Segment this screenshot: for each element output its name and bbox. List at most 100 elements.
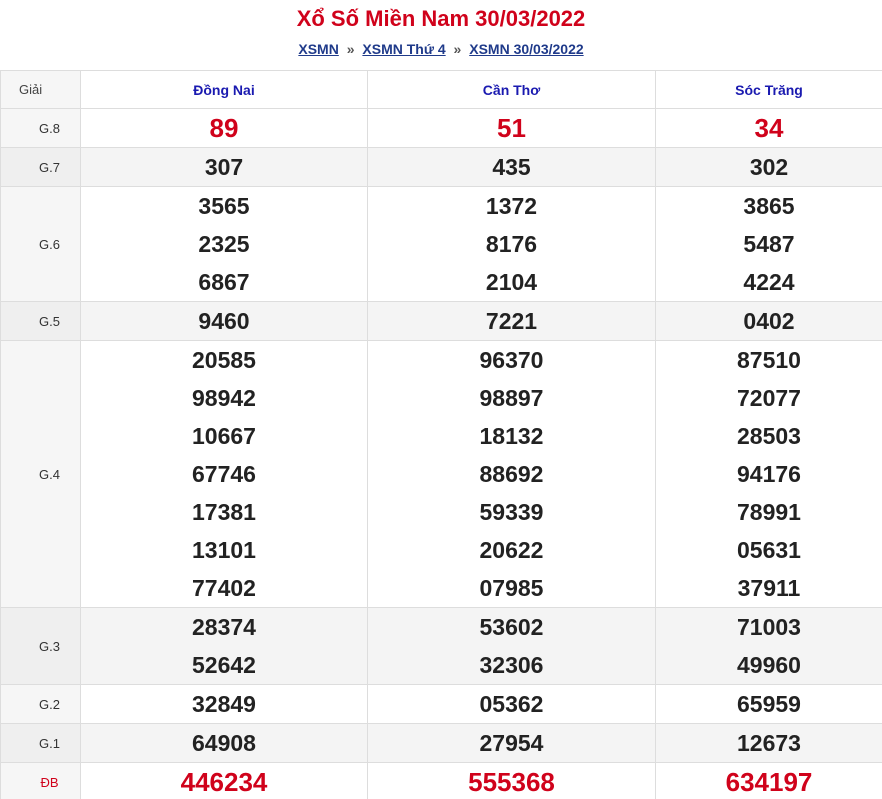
table-header-row: Giải Đồng Nai Cần Thơ Sóc Trăng	[0, 70, 882, 109]
prize-number: 37911	[737, 575, 801, 601]
prize-cell: 53602 32306	[367, 607, 656, 685]
prize-number: 3565	[198, 193, 250, 219]
prize-number: 51	[497, 113, 526, 143]
prize-cell: 96370 98897 18132 88692 59339 20622 07985	[367, 340, 656, 608]
prize-number: 10667	[192, 423, 256, 449]
prize-number: 88692	[479, 461, 544, 487]
prize-number: 5487	[743, 231, 795, 257]
prize-number: 32849	[192, 691, 256, 717]
prize-cell: 64908	[80, 723, 368, 763]
prize-cell: 89	[80, 108, 368, 148]
prize-cell: 65959	[655, 684, 882, 724]
prize-number: 89	[209, 113, 239, 143]
prize-number: 555368	[468, 767, 555, 797]
prize-cell: 71003 49960	[655, 607, 882, 685]
prize-number: 07985	[479, 575, 544, 601]
prize-cell: 3865 5487 4224	[655, 186, 882, 302]
breadcrumb-separator: »	[346, 41, 355, 57]
prize-number: 96370	[479, 347, 544, 373]
breadcrumb-separator: »	[453, 41, 462, 57]
prize-number: 28374	[192, 614, 256, 640]
prize-number: 1372	[485, 193, 538, 219]
page-header: Xổ Số Miền Nam 30/03/2022 XSMN » XSMN Th…	[0, 0, 882, 70]
prize-number: 7221	[485, 308, 538, 334]
prize-column-header: Giải	[0, 70, 81, 109]
prize-number: 71003	[737, 614, 801, 640]
prize-cell: 446234	[80, 762, 368, 799]
prize-number: 302	[749, 154, 789, 180]
table-row: G.4 20585 98942 10667 67746 17381 13101 77402 96…	[0, 340, 882, 608]
prize-number: 4224	[743, 269, 795, 295]
prize-cell: 12673	[655, 723, 882, 763]
province-header-soc-trang[interactable]: Sóc Trăng	[655, 70, 882, 109]
table-row: G.2 32849 05362 65959	[0, 684, 882, 724]
prize-number: 98897	[479, 385, 544, 411]
province-header-dong-nai[interactable]: Đồng Nai	[80, 70, 368, 109]
prize-label: G.5	[0, 301, 81, 341]
prize-cell: 555368	[367, 762, 656, 799]
prize-label: ĐB	[0, 762, 81, 799]
prize-label: G.7	[0, 147, 81, 187]
table-row: G.7 307 435 302	[0, 147, 882, 187]
prize-cell: 32849	[80, 684, 368, 724]
prize-cell: 9460	[80, 301, 368, 341]
prize-number: 28503	[737, 423, 801, 449]
prize-cell: 20585 98942 10667 67746 17381 13101 77402	[80, 340, 368, 608]
prize-number: 307	[204, 154, 244, 180]
prize-number: 05362	[479, 691, 544, 717]
prize-label: G.1	[0, 723, 81, 763]
prize-cell: 7221	[367, 301, 656, 341]
table-row: G.5 9460 7221 0402	[0, 301, 882, 341]
table-row: G.6 3565 2325 6867 1372 8176 2104 3865 5487 4224	[0, 186, 882, 302]
prize-number: 53602	[479, 614, 544, 640]
prize-label: G.6	[0, 186, 81, 302]
prize-number: 77402	[192, 575, 256, 601]
prize-number: 78991	[737, 499, 801, 525]
prize-number: 8176	[485, 231, 538, 257]
breadcrumb-link-xsmn-date[interactable]: XSMN 30/03/2022	[469, 41, 583, 57]
prize-number: 20622	[479, 537, 544, 563]
prize-number: 446234	[180, 767, 268, 797]
prize-cell: 302	[655, 147, 882, 187]
prize-number: 17381	[192, 499, 256, 525]
prize-label: G.2	[0, 684, 81, 724]
prize-number: 59339	[479, 499, 544, 525]
prize-cell: 87510 72077 28503 94176 78991 05631 37911	[655, 340, 882, 608]
results-table: Giải Đồng Nai Cần Thơ Sóc Trăng G.8 89 51 3…	[0, 70, 882, 799]
prize-cell: 435	[367, 147, 656, 187]
results-body: G.8 89 51 34 G.7 307 435 302 G.6 3565 2325 6867 1372…	[0, 108, 882, 799]
prize-number: 0402	[743, 308, 795, 334]
prize-number: 2104	[485, 269, 538, 295]
prize-label: G.4	[0, 340, 81, 608]
table-row: G.8 89 51 34	[0, 108, 882, 148]
prize-number: 72077	[737, 385, 801, 411]
prize-number: 34	[754, 113, 784, 143]
prize-number: 20585	[192, 347, 256, 373]
province-header-can-tho[interactable]: Cần Thơ	[367, 70, 656, 109]
table-row: ĐB 446234 555368 634197	[0, 762, 882, 799]
prize-number: 65959	[737, 691, 801, 717]
prize-number: 435	[492, 154, 531, 180]
prize-number: 32306	[479, 652, 544, 678]
prize-number: 27954	[479, 730, 544, 756]
prize-cell: 27954	[367, 723, 656, 763]
table-row: G.3 28374 52642 53602 32306 71003 49960	[0, 607, 882, 685]
prize-number: 18132	[479, 423, 544, 449]
prize-cell: 0402	[655, 301, 882, 341]
prize-number: 3865	[743, 193, 795, 219]
prize-number: 9460	[198, 308, 250, 334]
prize-cell: 28374 52642	[80, 607, 368, 685]
prize-cell: 3565 2325 6867	[80, 186, 368, 302]
breadcrumb: XSMN » XSMN Thứ 4 » XSMN 30/03/2022	[0, 40, 882, 58]
prize-number: 87510	[737, 347, 801, 373]
breadcrumb-link-xsmn[interactable]: XSMN	[298, 41, 338, 57]
prize-number: 13101	[192, 537, 256, 563]
table-row: G.1 64908 27954 12673	[0, 723, 882, 763]
prize-number: 64908	[192, 730, 256, 756]
prize-number: 52642	[192, 652, 256, 678]
prize-label: G.8	[0, 108, 81, 148]
prize-number: 12673	[737, 730, 801, 756]
prize-cell: 51	[367, 108, 656, 148]
breadcrumb-link-xsmn-thu-4[interactable]: XSMN Thứ 4	[362, 41, 445, 57]
prize-number: 6867	[198, 269, 250, 295]
